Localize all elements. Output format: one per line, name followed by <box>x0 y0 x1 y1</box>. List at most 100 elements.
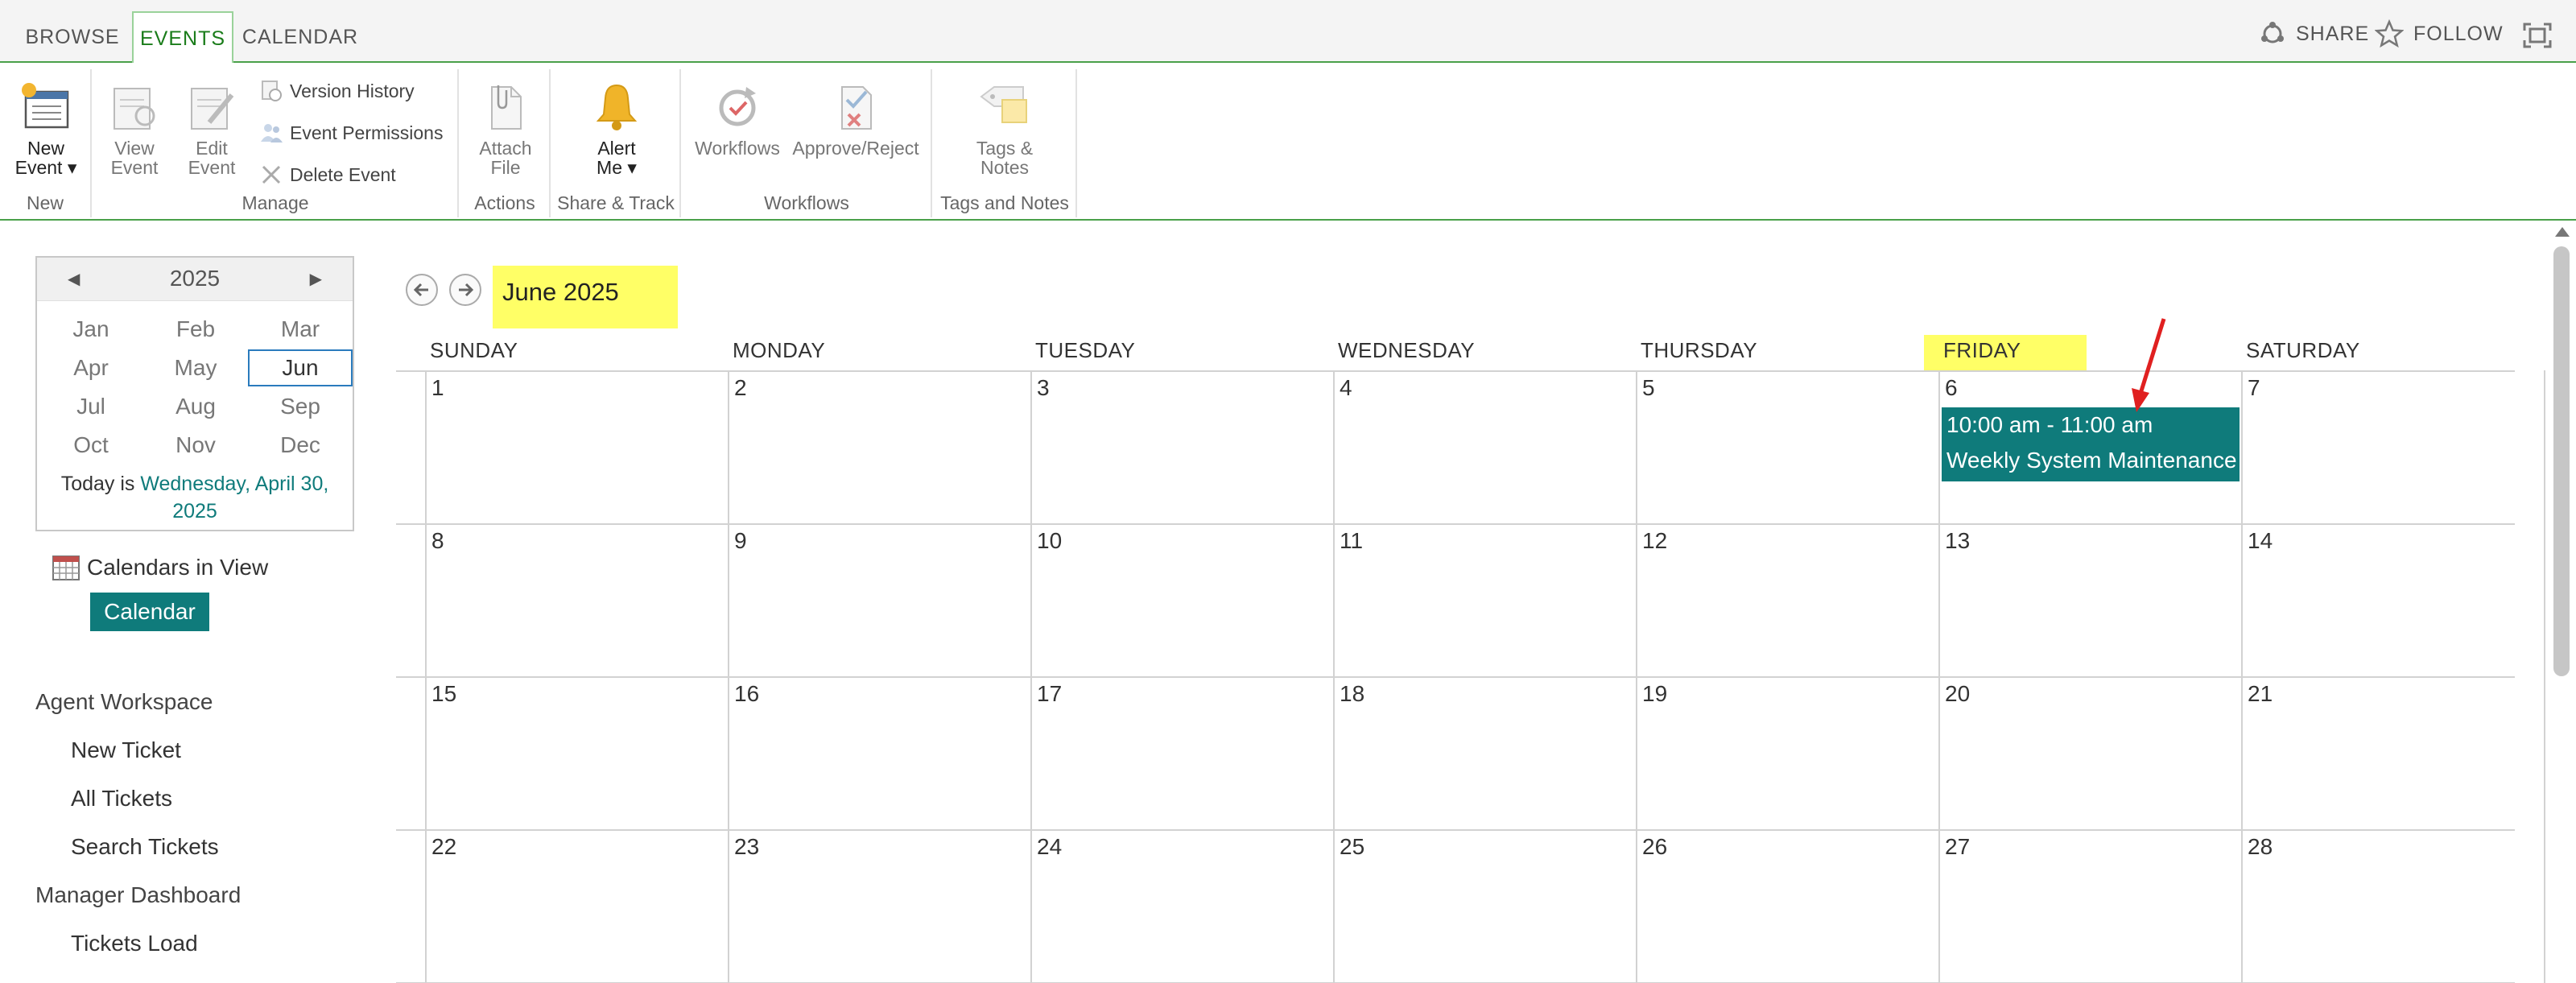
next-year-icon[interactable]: ▶ <box>310 269 322 289</box>
grid-column-line <box>1333 370 1335 983</box>
day-cell-number[interactable]: 26 <box>1642 834 1667 860</box>
month-sep[interactable]: Sep <box>248 388 353 425</box>
month-jan[interactable]: Jan <box>39 311 143 348</box>
weekday-sunday: SUNDAY <box>430 338 518 362</box>
day-cell-number[interactable]: 10 <box>1037 528 1062 554</box>
day-cell-number[interactable]: 20 <box>1945 681 1970 707</box>
workflows-button[interactable]: Workflows <box>691 81 784 158</box>
day-cell-number[interactable]: 3 <box>1037 375 1050 401</box>
nav-tickets-load[interactable]: Tickets Load <box>71 931 198 956</box>
ribbon-tab-bar: BROWSE EVENTS CALENDAR SHARE FOLLOW <box>0 0 2576 64</box>
ribbon-group-share-track: Alert Me ▾ Share & Track <box>552 69 681 217</box>
share-icon <box>2261 22 2284 43</box>
attach-file-button[interactable]: Attach File <box>472 81 539 177</box>
vertical-scrollbar-thumb[interactable] <box>2553 246 2570 676</box>
grid-row-line <box>396 523 2515 525</box>
day-cell-number[interactable]: 21 <box>2248 681 2273 707</box>
day-cell-number[interactable]: 22 <box>431 834 456 860</box>
month-aug[interactable]: Aug <box>143 388 248 425</box>
day-cell-number[interactable]: 23 <box>734 834 759 860</box>
focus-on-content-icon[interactable] <box>2523 23 2552 48</box>
grid-column-line <box>2241 370 2243 983</box>
day-cell-number[interactable]: 1 <box>431 375 444 401</box>
delete-event-button[interactable]: Delete Event <box>259 163 396 187</box>
tags-notes-icon <box>980 86 1027 123</box>
month-oct[interactable]: Oct <box>39 427 143 464</box>
attach-file-label-2: File <box>490 157 521 178</box>
month-jun[interactable]: Jun <box>248 349 353 386</box>
nav-new-ticket[interactable]: New Ticket <box>71 737 181 763</box>
grid-row-line <box>396 829 2515 831</box>
share-button[interactable]: SHARE <box>2259 18 2369 50</box>
delete-icon <box>262 165 281 184</box>
weekday-saturday: SATURDAY <box>2246 338 2360 362</box>
day-cell-number[interactable]: 2 <box>734 375 747 401</box>
nav-all-tickets[interactable]: All Tickets <box>71 786 172 812</box>
day-cell-number[interactable]: 16 <box>734 681 759 707</box>
tab-calendar[interactable]: CALENDAR <box>237 11 364 63</box>
edit-event-button[interactable]: Edit Event <box>182 81 242 177</box>
day-cell-number[interactable]: 25 <box>1340 834 1364 860</box>
day-cell-number[interactable]: 8 <box>431 528 444 554</box>
previous-month-button[interactable] <box>406 274 438 306</box>
month-may[interactable]: May <box>143 349 248 386</box>
day-cell-number[interactable]: 13 <box>1945 528 1970 554</box>
ribbon-group-manage-label: Manage <box>242 192 309 213</box>
grid-column-line <box>1938 370 1940 983</box>
scroll-up-arrow[interactable] <box>2555 227 2570 237</box>
alert-me-label-1: Alert <box>597 138 636 159</box>
day-cell-number[interactable]: 11 <box>1340 528 1363 554</box>
date-picker-header: ◀ 2025 ▶ <box>37 258 353 301</box>
month-apr[interactable]: Apr <box>39 349 143 386</box>
day-cell-number[interactable]: 15 <box>431 681 456 707</box>
day-cell-number[interactable]: 7 <box>2248 375 2260 401</box>
day-cell-number[interactable]: 17 <box>1037 681 1062 707</box>
date-picker-year: 2025 <box>169 266 221 291</box>
day-cell-number[interactable]: 18 <box>1340 681 1364 707</box>
nav-manager-dashboard[interactable]: Manager Dashboard <box>35 882 241 908</box>
attach-file-icon <box>491 85 522 130</box>
weekday-friday: FRIDAY <box>1943 338 2021 362</box>
view-event-button[interactable]: View Event <box>105 81 164 177</box>
month-feb[interactable]: Feb <box>143 311 248 348</box>
workflows-label: Workflows <box>695 138 780 159</box>
alert-me-button[interactable]: Alert Me ▾ <box>570 81 663 177</box>
ribbon-group-share-track-label: Share & Track <box>557 192 675 213</box>
day-cell-number[interactable]: 19 <box>1642 681 1667 707</box>
day-cell-number[interactable]: 28 <box>2248 834 2273 860</box>
tab-browse[interactable]: BROWSE <box>16 11 129 63</box>
day-cell-number[interactable]: 27 <box>1945 834 1970 860</box>
follow-button[interactable]: FOLLOW <box>2375 18 2504 50</box>
edit-event-label-1: Edit <box>196 138 228 159</box>
today-prefix: Today is <box>60 473 135 495</box>
tags-notes-label-1: Tags & <box>976 138 1034 159</box>
day-cell-number[interactable]: 5 <box>1642 375 1655 401</box>
month-mar[interactable]: Mar <box>248 311 353 348</box>
day-cell-number[interactable]: 24 <box>1037 834 1062 860</box>
edit-event-label-2: Event <box>188 157 236 178</box>
bell-icon <box>596 84 638 130</box>
next-month-button[interactable] <box>449 274 481 306</box>
today-date-link[interactable]: Wednesday, April 30, <box>140 473 328 495</box>
month-nov[interactable]: Nov <box>143 427 248 464</box>
month-jul[interactable]: Jul <box>39 388 143 425</box>
day-cell-number[interactable]: 14 <box>2248 528 2273 554</box>
day-cell-number[interactable]: 9 <box>734 528 747 554</box>
calendar-overlay-chip[interactable]: Calendar <box>90 593 209 631</box>
event-permissions-button[interactable]: Event Permissions <box>259 121 443 145</box>
tab-events[interactable]: EVENTS <box>132 11 233 64</box>
nav-agent-workspace[interactable]: Agent Workspace <box>35 689 213 715</box>
day-cell-number[interactable]: 12 <box>1642 528 1667 554</box>
day-cell-number[interactable]: 6 <box>1945 375 1958 401</box>
ribbon-group-workflows-label: Workflows <box>764 192 849 213</box>
today-date-link-year[interactable]: 2025 <box>172 500 217 522</box>
nav-search-tickets[interactable]: Search Tickets <box>71 834 219 860</box>
tags-notes-button[interactable]: Tags & Notes <box>958 81 1051 177</box>
version-history-button[interactable]: Version History <box>259 79 415 103</box>
approve-reject-button[interactable]: Approve/Reject <box>787 81 924 158</box>
new-event-button[interactable]: New Event ▾ <box>11 81 80 177</box>
calendar-event[interactable]: 10:00 am - 11:00 am Weekly System Mainte… <box>1942 407 2240 481</box>
users-icon <box>261 124 283 142</box>
day-cell-number[interactable]: 4 <box>1340 375 1352 401</box>
month-dec[interactable]: Dec <box>248 427 353 464</box>
